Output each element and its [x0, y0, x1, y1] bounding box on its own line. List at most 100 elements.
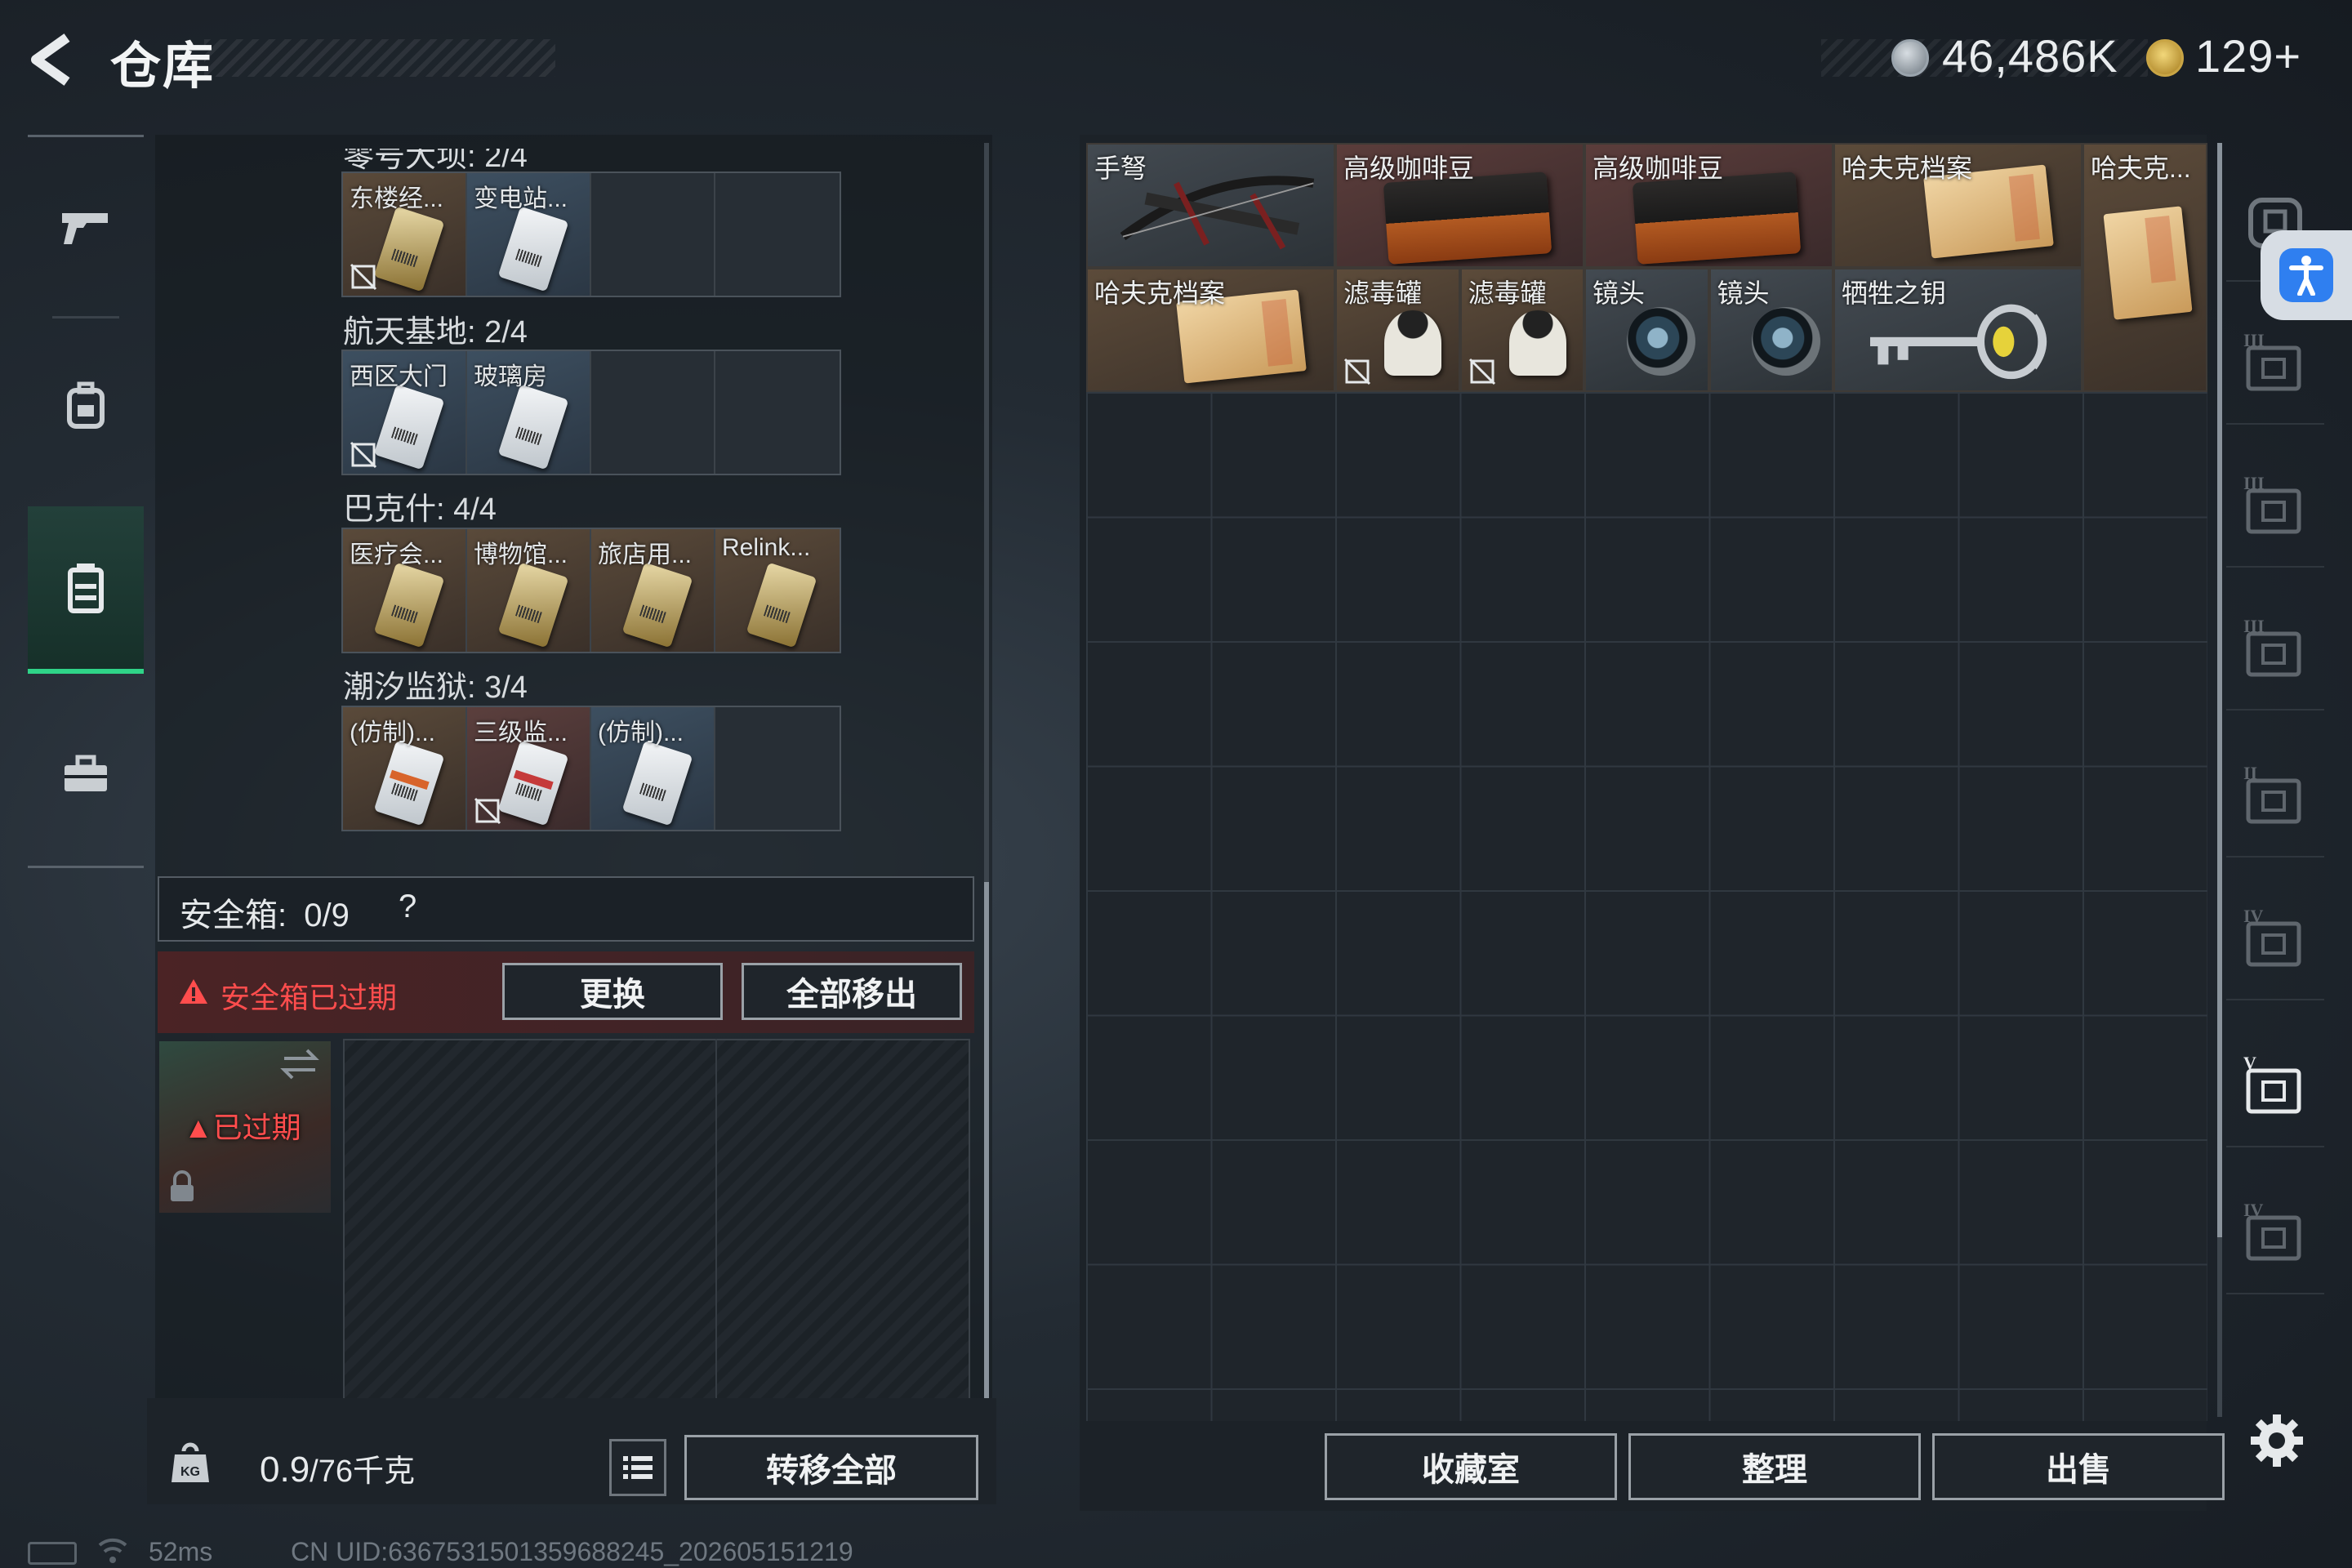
key-slot[interactable]: 西区大门 — [343, 351, 467, 474]
stash-item[interactable]: 镜头 — [1584, 267, 1709, 392]
collection-room-button[interactable]: 收藏室 — [1325, 1433, 1617, 1500]
key-slot[interactable]: 博物馆... — [467, 529, 591, 652]
key-slot[interactable]: 旅店用... — [591, 529, 715, 652]
stash-tier-tab[interactable]: II — [2226, 735, 2324, 858]
stash-item-label: 哈夫克... — [2091, 154, 2191, 183]
stash-tier-tab[interactable]: III — [2226, 588, 2324, 710]
safe-box-title: 安全箱: 0/9 — [180, 889, 350, 936]
stash-item-label: 镜头 — [1717, 278, 1770, 308]
empty-key-slot[interactable] — [591, 173, 715, 296]
stash-scrollbar-thumb[interactable] — [2217, 143, 2222, 1237]
stash-item-label: 哈夫克档案 — [1842, 154, 1973, 183]
stash-item[interactable]: 高级咖啡豆 — [1584, 143, 1833, 268]
coffee-bag-icon — [1632, 172, 1802, 265]
keycard-icon — [621, 562, 693, 648]
swap-icon[interactable] — [279, 1047, 320, 1080]
wifi-icon — [98, 1538, 127, 1563]
stash-item[interactable]: 高级咖啡豆 — [1335, 143, 1584, 268]
key-slot[interactable]: (仿制)... — [343, 707, 467, 830]
stash-item[interactable]: 手弩 — [1086, 143, 1335, 268]
stash-item[interactable]: 哈夫克... — [2082, 143, 2207, 392]
nav-toolbox[interactable] — [28, 690, 144, 858]
keycard-icon — [497, 206, 569, 292]
key-slot[interactable]: 东楼经... — [343, 173, 467, 296]
key-slot-label: 变电站... — [474, 185, 568, 212]
nav-backpack[interactable] — [28, 321, 144, 488]
nav-vest[interactable] — [28, 506, 144, 674]
carry-weight-limit: /76千克 — [310, 1454, 415, 1489]
key-slot[interactable]: Relink... — [715, 529, 840, 652]
key-slot-label: 三级监... — [474, 719, 568, 746]
battery-icon — [28, 1542, 77, 1565]
key-slot-label: (仿制)... — [350, 719, 435, 746]
stash-tier-tab[interactable]: IV — [2226, 878, 2324, 1000]
stash-item-label: 哈夫克档案 — [1094, 278, 1226, 308]
stash-item-label: 滤毒罐 — [1468, 278, 1547, 308]
key-slot[interactable]: (仿制)... — [591, 707, 715, 830]
accessibility-icon — [2289, 256, 2323, 296]
accessibility-button[interactable] — [2261, 230, 2352, 320]
stash-item[interactable]: 镜头 — [1708, 267, 1833, 392]
key-group-title: 航天基地: 2/4 — [343, 315, 528, 350]
key-slot-row: 东楼经... 变电站... — [341, 172, 841, 297]
list-view-button[interactable] — [609, 1439, 666, 1496]
stash-item[interactable]: 滤毒罐 — [1335, 267, 1460, 392]
key-slot[interactable]: 玻璃房 — [467, 351, 591, 474]
empty-key-slot[interactable] — [715, 351, 840, 474]
key-slot-label: Relink... — [722, 534, 811, 561]
stash-tier-tab[interactable]: III — [2226, 302, 2324, 425]
organize-button[interactable]: 整理 — [1628, 1433, 1921, 1500]
stash-item[interactable]: 牺牲之钥 — [1833, 267, 2082, 392]
sell-button[interactable]: 出售 — [1932, 1433, 2225, 1500]
carry-weight: 0.9/76千克 — [260, 1446, 415, 1490]
left-scrollbar-thumb[interactable] — [984, 882, 989, 1413]
key-slot-label: 玻璃房 — [474, 363, 547, 390]
stash-tier-tab[interactable]: IV — [2226, 1172, 2324, 1294]
key-slot-row: 西区大门 玻璃房 — [341, 350, 841, 475]
stash-tier-tab[interactable]: III — [2226, 445, 2324, 568]
safe-box-help-button[interactable]: ? — [399, 889, 416, 925]
nav-weapons[interactable] — [28, 143, 144, 310]
no-trade-icon — [1468, 358, 1495, 385]
no-trade-icon — [350, 441, 377, 469]
key-group-title: 巴克什: 4/4 — [343, 492, 497, 527]
safe-box-grid[interactable] — [343, 1039, 970, 1413]
warning-icon — [180, 979, 207, 1004]
stash-tier-tab[interactable]: V — [2226, 1025, 2324, 1147]
key-slot[interactable]: 变电站... — [467, 173, 591, 296]
replace-safe-box-button[interactable]: 更换 — [502, 963, 723, 1020]
back-arrow-icon[interactable] — [24, 31, 82, 88]
empty-key-slot[interactable] — [715, 173, 840, 296]
empty-key-slot[interactable] — [591, 351, 715, 474]
transfer-all-button[interactable]: 转移全部 — [684, 1435, 978, 1500]
key-slot[interactable]: 三级监... — [467, 707, 591, 830]
settings-gear-icon[interactable] — [2247, 1411, 2306, 1470]
remove-all-button[interactable]: 全部移出 — [742, 963, 962, 1020]
coin-balance[interactable]: 46,486K — [1942, 29, 2118, 82]
coin-icon — [1891, 39, 1929, 77]
stash-item[interactable]: 滤毒罐 — [1459, 267, 1584, 392]
camera-lens-icon — [1627, 306, 1695, 376]
stash-item[interactable]: 哈夫克档案 — [1086, 267, 1335, 392]
empty-key-slot[interactable] — [715, 707, 840, 830]
ping-value: 52ms — [149, 1537, 213, 1566]
stash-item-label: 滤毒罐 — [1343, 278, 1423, 308]
stash-box-icon: III — [2243, 616, 2301, 677]
stash-item[interactable]: 哈夫克档案 — [1833, 143, 2082, 268]
list-icon — [623, 1456, 653, 1479]
gas-filter-icon — [1384, 310, 1441, 376]
stash-tier-label: V — [2243, 1053, 2256, 1073]
keycard-icon — [621, 740, 693, 826]
keycard-icon — [373, 562, 445, 648]
gun-icon — [62, 212, 108, 244]
key-slot-row: 医疗会... 博物馆... 旅店用... Relink... — [341, 528, 841, 653]
key-slot[interactable]: 医疗会... — [343, 529, 467, 652]
gas-filter-icon — [1508, 310, 1566, 376]
title-stripe — [204, 39, 555, 77]
page-title: 仓库 — [110, 38, 216, 95]
safe-box-grid-divider — [715, 1039, 717, 1413]
toolbox-icon — [65, 755, 107, 791]
stash-box-icon: III — [2243, 330, 2301, 391]
premium-currency-balance[interactable]: 129+ — [2195, 29, 2301, 82]
keycard-icon — [497, 562, 569, 648]
